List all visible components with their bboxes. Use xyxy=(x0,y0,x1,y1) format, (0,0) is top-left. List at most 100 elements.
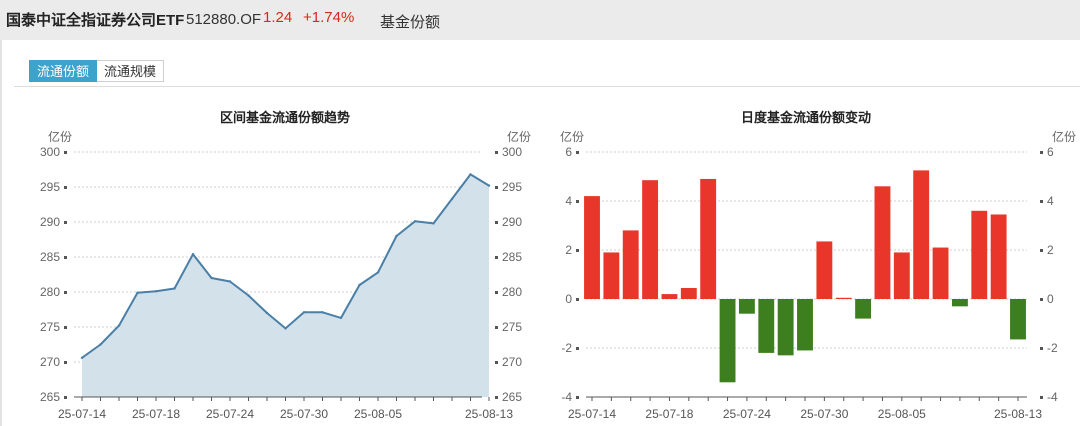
daily-bar xyxy=(990,214,1007,299)
trend-data-point xyxy=(80,356,84,359)
daily-bar xyxy=(874,186,891,299)
trend-data-point xyxy=(247,294,250,297)
daily-ytick-left: -2 xyxy=(561,341,572,355)
trend-xtick-label: 25-08-13 xyxy=(465,407,513,421)
trend-ytick-left: 275 xyxy=(40,320,60,334)
daily-ytick-right: -2 xyxy=(1047,341,1058,355)
daily-bar xyxy=(642,180,659,299)
trend-data-point xyxy=(450,197,454,201)
trend-data-point xyxy=(339,316,343,320)
daily-ytick-right: -4 xyxy=(1047,390,1058,404)
trend-xtick-label: 25-07-18 xyxy=(132,407,180,421)
trend-data-point xyxy=(191,253,195,256)
daily-bar xyxy=(855,299,872,319)
trend-ytick-mark-left xyxy=(64,361,67,364)
daily-xtick-label: 25-07-14 xyxy=(568,407,616,421)
daily-ytick-left: 4 xyxy=(565,194,572,208)
daily-bar xyxy=(584,196,600,299)
trend-ytick-mark-right xyxy=(495,291,498,294)
trend-left-unit: 亿份 xyxy=(48,129,72,144)
daily-bar xyxy=(1010,299,1026,340)
daily-ytick-right: 2 xyxy=(1047,243,1054,257)
daily-bar xyxy=(893,252,910,299)
daily-bar xyxy=(700,178,717,299)
trend-ytick-left: 280 xyxy=(40,285,60,299)
daily-ytick-mark-left xyxy=(576,298,579,301)
daily-ytick-mark-right xyxy=(1040,249,1043,252)
trend-ytick-right: 285 xyxy=(502,250,522,264)
daily-ytick-left: 2 xyxy=(565,243,572,257)
daily-ytick-mark-right xyxy=(1040,200,1043,203)
trend-xtick-label: 25-07-30 xyxy=(280,407,328,421)
trend-right-unit: 亿份 xyxy=(507,129,531,144)
trend-ytick-right: 295 xyxy=(502,180,522,194)
trend-data-point xyxy=(358,283,361,287)
daily-ytick-mark-left xyxy=(576,347,579,350)
trend-data-point xyxy=(395,234,398,238)
daily-ytick-right: 4 xyxy=(1047,194,1054,208)
trend-ytick-mark-right xyxy=(495,256,498,259)
trend-xtick-label: 25-08-05 xyxy=(354,407,402,421)
daily-bar xyxy=(835,297,852,299)
daily-xtick-label: 25-07-30 xyxy=(800,407,848,421)
trend-data-point xyxy=(469,173,472,176)
daily-xtick-label: 25-07-18 xyxy=(645,407,693,421)
trend-ytick-right: 290 xyxy=(502,215,522,229)
daily-bar xyxy=(738,299,755,314)
trend-data-point xyxy=(302,311,306,314)
trend-data-point xyxy=(265,311,269,315)
trend-data-point xyxy=(376,271,380,274)
trend-ytick-mark-right xyxy=(495,326,498,329)
daily-bar xyxy=(719,299,736,383)
daily-xtick-label: 25-08-05 xyxy=(878,407,926,421)
trend-xtick-label: 25-07-14 xyxy=(58,407,106,421)
trend-ytick-left: 285 xyxy=(40,250,60,264)
trend-data-point xyxy=(154,290,158,293)
daily-ytick-left: 6 xyxy=(565,145,572,159)
daily-bar xyxy=(913,170,930,299)
daily-bar xyxy=(661,294,678,299)
daily-ytick-mark-right xyxy=(1040,347,1043,350)
trend-ytick-left: 270 xyxy=(40,355,60,369)
trend-ytick-mark-left xyxy=(64,151,67,154)
daily-bar xyxy=(971,210,988,299)
daily-bar xyxy=(622,230,639,299)
daily-ytick-left: -4 xyxy=(561,390,572,404)
trend-data-point xyxy=(228,280,232,283)
trend-ytick-right: 280 xyxy=(502,285,522,299)
trend-ytick-right: 300 xyxy=(502,145,522,159)
trend-ytick-mark-left xyxy=(64,291,67,294)
trend-ytick-mark-right xyxy=(495,396,498,399)
trend-chart-title: 区间基金流通份额趋势 xyxy=(220,110,350,125)
trend-ytick-mark-right xyxy=(495,221,498,224)
trend-ytick-mark-right xyxy=(495,186,498,189)
daily-ytick-mark-right xyxy=(1040,298,1043,301)
daily-ytick-right: 0 xyxy=(1047,292,1054,306)
daily-bar xyxy=(777,299,794,356)
trend-data-point xyxy=(99,343,102,346)
daily-right-unit: 亿份 xyxy=(1052,129,1076,144)
trend-data-point xyxy=(173,287,176,290)
daily-bar xyxy=(797,299,813,351)
daily-bar xyxy=(603,252,620,299)
daily-ytick-mark-left xyxy=(576,151,579,154)
daily-ytick-mark-right xyxy=(1040,151,1043,154)
daily-bar xyxy=(932,247,949,299)
trend-xtick-label: 25-07-24 xyxy=(206,407,254,421)
daily-ytick-left: 0 xyxy=(565,292,572,306)
trend-ytick-right: 275 xyxy=(502,320,522,334)
trend-ytick-right: 265 xyxy=(502,390,522,404)
trend-data-point xyxy=(136,291,139,294)
daily-chart-title: 日度基金流通份额变动 xyxy=(741,110,871,125)
charts-canvas: 区间基金流通份额趋势亿份 亿份 265 265 270 270 275 275 280 280 28… xyxy=(40,110,1076,421)
trend-data-point xyxy=(413,220,417,223)
trend-ytick-mark-left xyxy=(64,256,67,259)
trend-ytick-mark-left xyxy=(64,396,67,399)
trend-ytick-mark-right xyxy=(495,361,498,364)
trend-data-point xyxy=(432,222,435,225)
daily-ytick-mark-left xyxy=(576,200,579,203)
trend-ytick-left: 295 xyxy=(40,180,60,194)
trend-ytick-mark-right xyxy=(495,151,498,154)
trend-ytick-mark-left xyxy=(64,326,67,329)
daily-bar xyxy=(951,299,968,307)
